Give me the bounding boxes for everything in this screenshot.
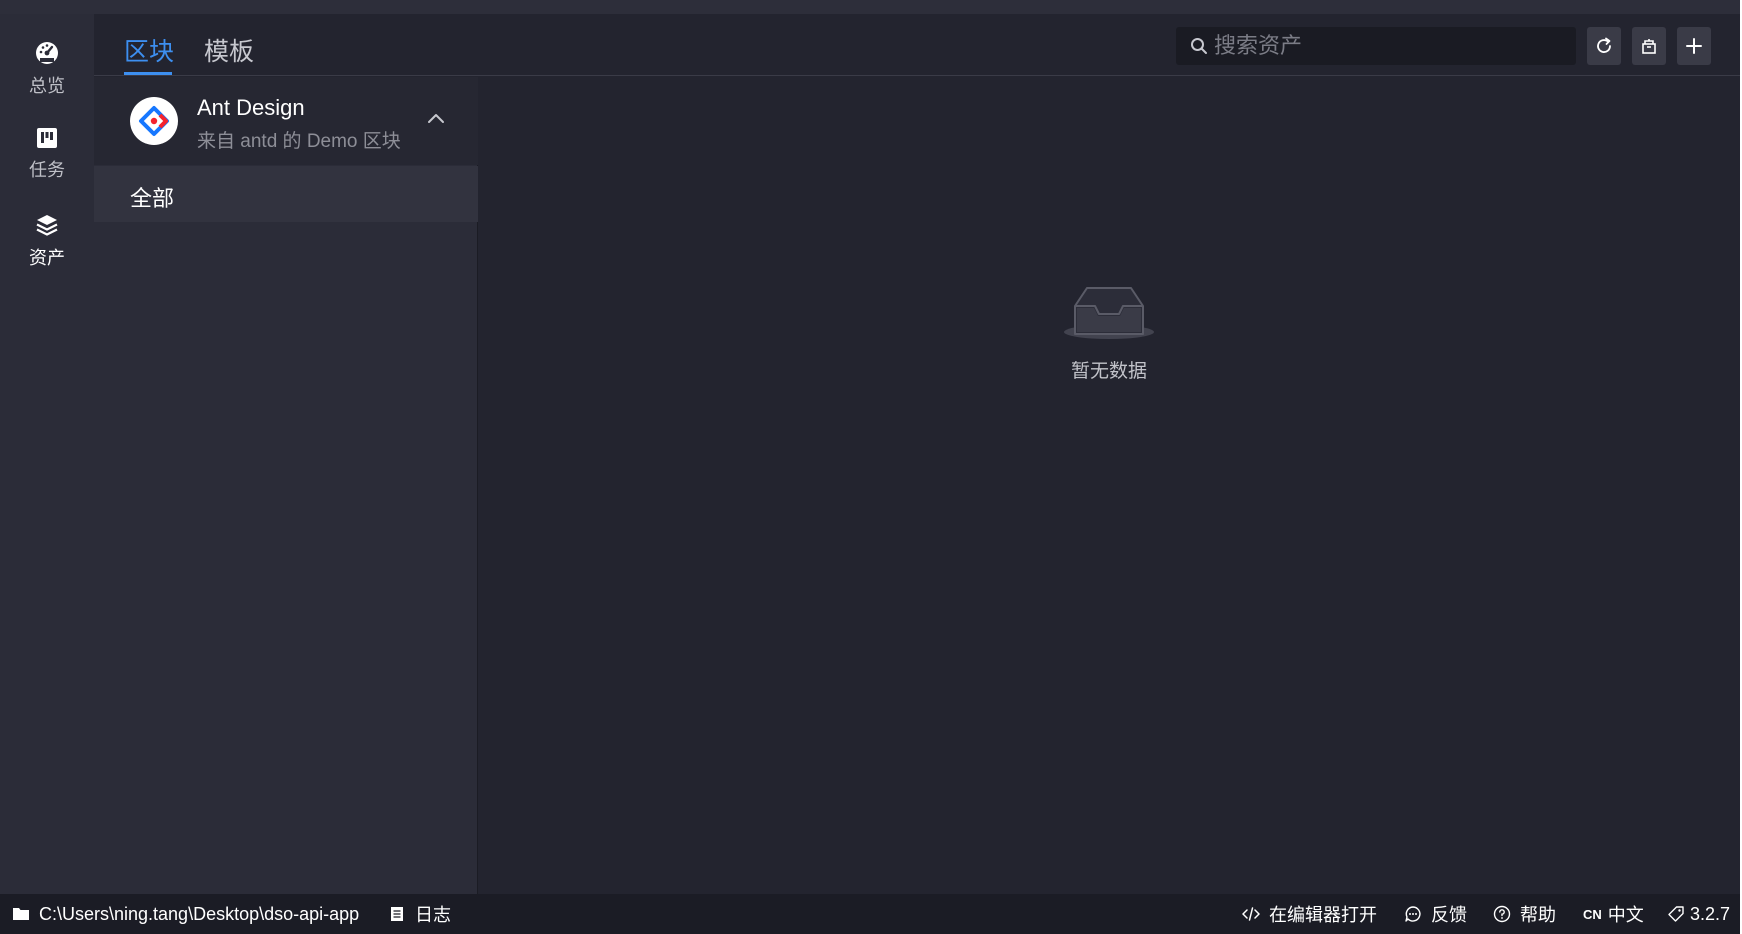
language-label: 中文: [1607, 905, 1644, 925]
chevron-up-icon[interactable]: [424, 107, 448, 131]
help-button[interactable]: 帮助: [1493, 894, 1556, 934]
package-icon: [1642, 39, 1656, 54]
nav-item-assets[interactable]: 资产: [0, 186, 94, 268]
language-switch[interactable]: CN 中文: [1583, 894, 1644, 934]
empty-text: 暂无数据: [1070, 361, 1147, 382]
nav-label-tasks: 任务: [29, 160, 65, 180]
layers-icon: [33, 212, 61, 238]
refresh-button[interactable]: [1587, 27, 1621, 65]
empty-inbox-icon: [1064, 287, 1154, 339]
nav-label-overview: 总览: [29, 76, 65, 96]
log-button[interactable]: 日志: [388, 894, 451, 934]
log-label: 日志: [415, 905, 451, 925]
task-board-icon: [33, 126, 61, 150]
empty-state: 暂无数据: [1059, 282, 1159, 392]
feedback-label: 反馈: [1431, 905, 1467, 925]
add-button[interactable]: [1677, 27, 1711, 65]
version-info[interactable]: 3.2.7: [1667, 894, 1730, 934]
search-icon: [1191, 38, 1207, 54]
block-sidebar: Ant Design 来自 antd 的 Demo 区块 全部: [94, 77, 478, 894]
refresh-icon: [1597, 37, 1611, 53]
nav-item-overview[interactable]: 总览: [0, 14, 94, 96]
top-header: 区块 模板: [94, 14, 1740, 76]
log-icon: [388, 905, 406, 923]
dashboard-icon: [33, 40, 61, 66]
plus-icon: [1686, 38, 1702, 54]
category-label: 全部: [130, 186, 175, 211]
search-box[interactable]: [1176, 27, 1576, 65]
main-content: 暂无数据: [479, 77, 1740, 894]
search-input[interactable]: [1214, 33, 1554, 59]
tag-icon: [1667, 905, 1685, 923]
version-label: 3.2.7: [1690, 903, 1731, 924]
tab-blocks[interactable]: 区块: [124, 32, 174, 76]
group-subtitle: 来自 antd 的 Demo 区块: [197, 131, 401, 152]
language-code: CN: [1583, 906, 1602, 922]
left-nav: 总览 任务 资产: [0, 14, 94, 894]
open-in-editor-label: 在编辑器打开: [1269, 905, 1377, 925]
window-top-strip: [0, 0, 1740, 14]
message-icon: [1404, 905, 1422, 923]
status-bar: C:\Users\ning.tang\Desktop\dso-api-app 日…: [0, 894, 1740, 934]
tab-templates[interactable]: 模板: [204, 32, 254, 76]
help-icon: [1493, 905, 1511, 923]
folder-icon: [12, 905, 30, 923]
feedback-button[interactable]: 反馈: [1404, 894, 1467, 934]
open-in-editor-button[interactable]: 在编辑器打开: [1242, 894, 1377, 934]
code-icon: [1242, 905, 1260, 923]
group-title: Ant Design: [197, 95, 305, 120]
package-button[interactable]: [1632, 27, 1666, 65]
project-path-text: C:\Users\ning.tang\Desktop\dso-api-app: [39, 903, 360, 924]
ant-design-logo: [130, 97, 178, 145]
project-path[interactable]: C:\Users\ning.tang\Desktop\dso-api-app: [12, 894, 359, 934]
active-tab-indicator: [124, 72, 172, 75]
block-group-header[interactable]: Ant Design 来自 antd 的 Demo 区块: [94, 77, 478, 165]
help-label: 帮助: [1520, 905, 1556, 925]
nav-label-assets: 资产: [29, 248, 65, 268]
nav-item-tasks[interactable]: 任务: [0, 100, 94, 180]
category-item-all[interactable]: 全部: [94, 166, 478, 222]
app-window: 总览 任务 资产 区块 模板 搜索资产 Ant Design 来自 antd 的…: [0, 0, 1740, 934]
